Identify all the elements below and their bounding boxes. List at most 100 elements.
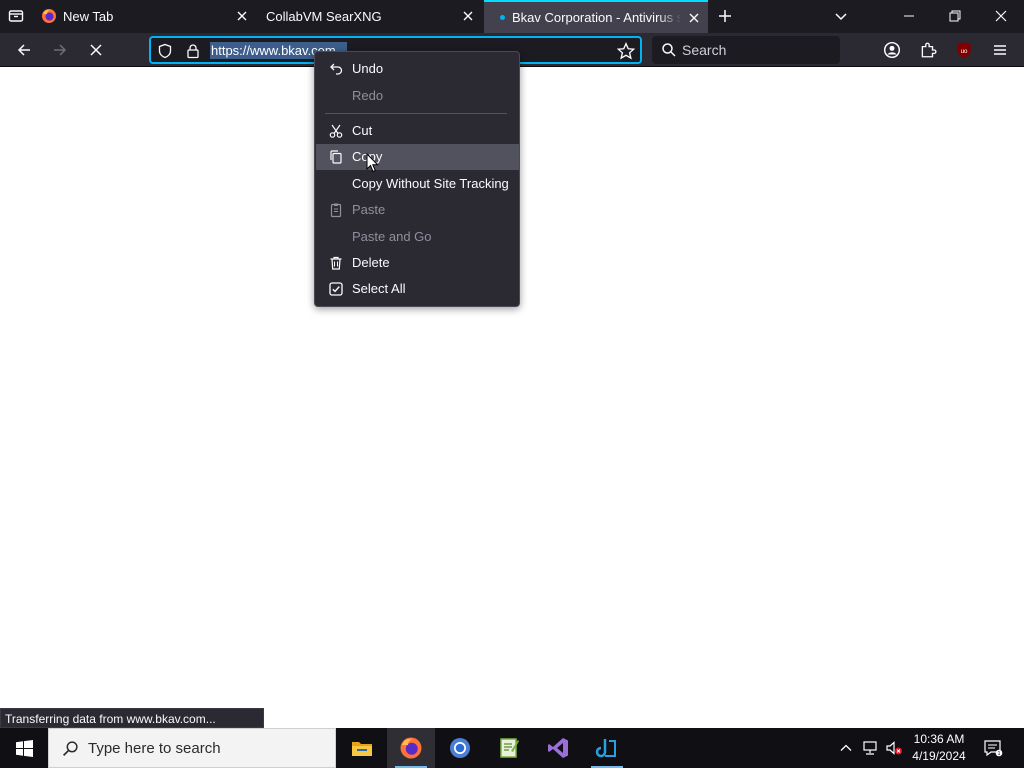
tab-strip: New Tab CollabVM SearXNG Bkav Corporatio… xyxy=(0,0,1024,33)
plus-icon xyxy=(719,10,731,22)
arrow-right-icon xyxy=(54,44,67,56)
chrome-icon xyxy=(450,738,470,758)
menu-item-cut[interactable]: Cut xyxy=(316,118,519,144)
taskbar-azure-data-studio[interactable] xyxy=(583,728,631,768)
menu-item-paste-and-go[interactable]: Paste and Go xyxy=(316,224,519,250)
menu-button[interactable] xyxy=(988,38,1012,62)
menu-separator xyxy=(325,113,507,114)
menu-item-label: Redo xyxy=(352,88,384,103)
menu-item-label: Copy Without Site Tracking xyxy=(352,176,509,191)
minimize-button[interactable] xyxy=(897,4,921,28)
menu-item-label: Delete xyxy=(352,255,390,270)
menu-item-label: Cut xyxy=(352,123,373,138)
loading-dot-icon xyxy=(500,15,505,20)
stop-x-icon xyxy=(90,44,102,56)
menu-item-delete[interactable]: Delete xyxy=(316,250,519,276)
restore-icon xyxy=(949,10,961,22)
extensions-button[interactable] xyxy=(916,38,940,62)
menu-item-label: Select All xyxy=(352,281,406,296)
close-icon[interactable] xyxy=(460,8,476,24)
shield-icon[interactable] xyxy=(157,43,173,59)
close-window-button[interactable] xyxy=(989,4,1013,28)
taskbar-chrome[interactable] xyxy=(436,728,484,768)
ublock-origin-button[interactable]: uo xyxy=(952,38,976,62)
menu-item-label: Paste and Go xyxy=(352,229,432,244)
mouse-cursor-icon xyxy=(366,153,379,173)
speaker-muted-icon xyxy=(886,741,902,755)
taskbar-notepad-plus-plus[interactable] xyxy=(485,728,533,768)
ublock-icon: uo xyxy=(957,42,971,58)
menu-item-label: Paste xyxy=(352,202,386,217)
menu-item-undo[interactable]: Undo xyxy=(316,56,519,82)
action-center-button[interactable]: 1 xyxy=(983,738,1003,758)
search-icon xyxy=(662,43,676,57)
list-all-tabs-button[interactable] xyxy=(829,4,853,28)
notepad-plus-plus-icon xyxy=(500,738,519,758)
search-placeholder: Search xyxy=(682,42,727,58)
lock-icon[interactable] xyxy=(185,43,201,59)
taskbar-search-box[interactable]: Type here to search xyxy=(48,728,336,768)
file-explorer-icon xyxy=(352,742,372,756)
volume-tray-button[interactable] xyxy=(884,738,904,758)
puzzle-icon xyxy=(921,42,937,58)
firefox-view-button[interactable] xyxy=(4,4,28,28)
taskbar: Type here to search 10:36 AM 4/19/2024 1 xyxy=(0,728,1024,768)
context-menu: Undo Redo Cut Copy Copy Without Site Tra… xyxy=(314,51,520,307)
checkbox-icon xyxy=(329,282,343,296)
network-icon xyxy=(863,741,877,755)
chevron-down-icon xyxy=(835,13,847,21)
taskbar-visual-studio[interactable] xyxy=(534,728,582,768)
tab-title: New Tab xyxy=(63,9,114,24)
clock-date: 4/19/2024 xyxy=(912,749,966,763)
taskbar-file-explorer[interactable] xyxy=(338,728,386,768)
trash-icon xyxy=(330,256,342,270)
firefox-icon xyxy=(400,737,422,759)
account-button[interactable] xyxy=(880,38,904,62)
restore-button[interactable] xyxy=(943,4,967,28)
visual-studio-icon xyxy=(548,738,568,758)
tab-title: CollabVM SearXNG xyxy=(266,9,382,24)
show-hidden-icons-button[interactable] xyxy=(836,738,856,758)
copy-icon xyxy=(330,150,342,164)
taskbar-firefox[interactable] xyxy=(387,728,435,768)
new-tab-button[interactable] xyxy=(713,4,737,28)
stop-button[interactable] xyxy=(84,38,108,62)
close-icon[interactable] xyxy=(686,10,702,26)
menu-item-copy[interactable]: Copy xyxy=(316,144,519,170)
arrow-left-icon xyxy=(17,44,30,56)
notification-icon: 1 xyxy=(984,740,1003,757)
close-icon xyxy=(995,10,1007,22)
undo-icon xyxy=(330,63,343,75)
start-button[interactable] xyxy=(0,728,48,768)
screen: { "browser": { "tabs": [ {"title": "New … xyxy=(0,0,1024,768)
close-icon[interactable] xyxy=(234,8,250,24)
network-tray-button[interactable] xyxy=(860,738,880,758)
menu-item-paste[interactable]: Paste xyxy=(316,197,519,223)
firefox-icon xyxy=(42,9,56,23)
menu-item-select-all[interactable]: Select All xyxy=(316,276,519,302)
menu-item-copy-without-site-tracking[interactable]: Copy Without Site Tracking xyxy=(316,171,519,197)
search-bar[interactable]: Search xyxy=(652,36,840,64)
forward-button[interactable] xyxy=(48,38,72,62)
azure-data-studio-icon xyxy=(595,739,616,758)
menu-item-redo[interactable]: Redo xyxy=(316,83,519,109)
status-bar: Transferring data from www.bkav.com... xyxy=(0,708,264,728)
chevron-up-icon xyxy=(840,744,852,751)
firefox-view-icon xyxy=(8,10,24,22)
taskbar-search-placeholder: Type here to search xyxy=(88,740,221,757)
back-button[interactable] xyxy=(12,38,36,62)
clock[interactable]: 10:36 AM 4/19/2024 xyxy=(906,731,972,765)
star-icon[interactable] xyxy=(617,42,635,60)
svg-text:1: 1 xyxy=(998,751,1001,757)
tab-collabvm-searxng[interactable]: CollabVM SearXNG xyxy=(258,0,482,33)
clipboard-icon xyxy=(330,203,342,218)
scissors-icon xyxy=(329,124,343,138)
menu-item-label: Undo xyxy=(352,61,384,76)
tab-new-tab[interactable]: New Tab xyxy=(33,0,256,33)
tab-bkav-active[interactable]: Bkav Corporation - Antivirus software xyxy=(484,0,708,33)
hamburger-menu-icon xyxy=(994,45,1006,55)
windows-logo-icon xyxy=(15,739,33,757)
tab-title: Bkav Corporation - Antivirus software xyxy=(512,10,680,25)
clock-time: 10:36 AM xyxy=(913,732,965,746)
minimize-icon xyxy=(904,15,914,17)
